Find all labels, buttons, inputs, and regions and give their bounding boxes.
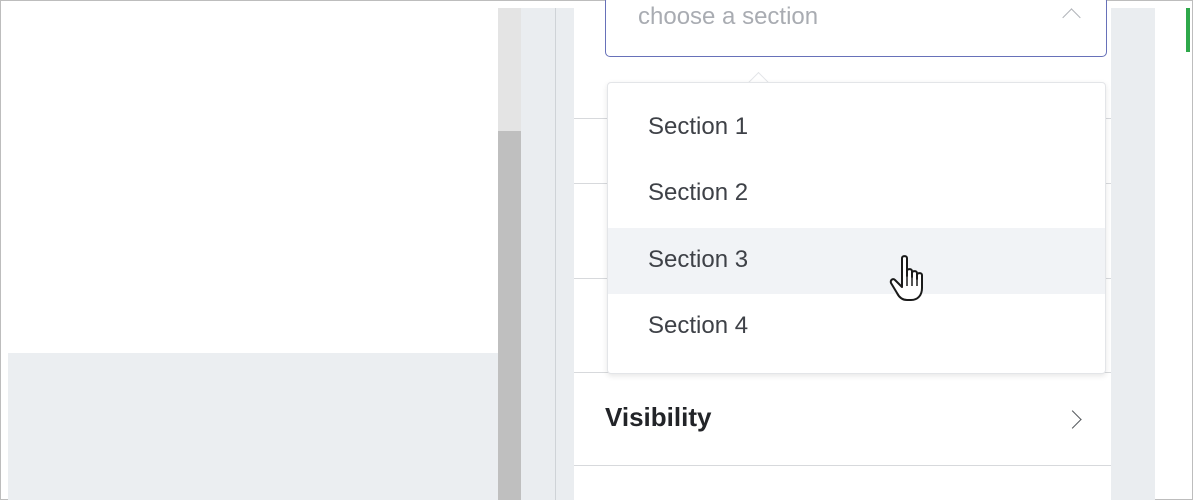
option-label: Section 3	[648, 246, 749, 273]
scrollbar-thumb[interactable]	[498, 131, 521, 500]
panel-gutter	[521, 8, 574, 500]
chevron-up-icon	[1062, 8, 1081, 27]
content-footer-area	[8, 353, 498, 500]
panel-right-edge	[1111, 8, 1155, 500]
visibility-row-label[interactable]: Visibility	[605, 402, 711, 433]
section-select[interactable]: choose a section	[605, 0, 1107, 57]
section-option-2[interactable]: Section 2	[608, 161, 1105, 227]
option-label: Section 4	[648, 312, 749, 339]
hand-pointer-cursor-icon	[889, 255, 923, 301]
section-option-4[interactable]: Section 4	[608, 294, 1105, 360]
status-indicator	[1186, 8, 1190, 52]
gutter-divider	[555, 8, 556, 500]
section-option-1[interactable]: Section 1	[608, 95, 1105, 161]
option-label: Section 1	[648, 113, 749, 140]
content-canvas	[8, 8, 498, 353]
option-label: Section 2	[648, 179, 749, 206]
section-dropdown-menu: Section 1 Section 2 Section 3 Section 4	[607, 82, 1106, 374]
section-option-3[interactable]: Section 3	[608, 228, 1105, 294]
section-select-placeholder: choose a section	[638, 3, 819, 30]
settings-divider	[574, 465, 1111, 466]
